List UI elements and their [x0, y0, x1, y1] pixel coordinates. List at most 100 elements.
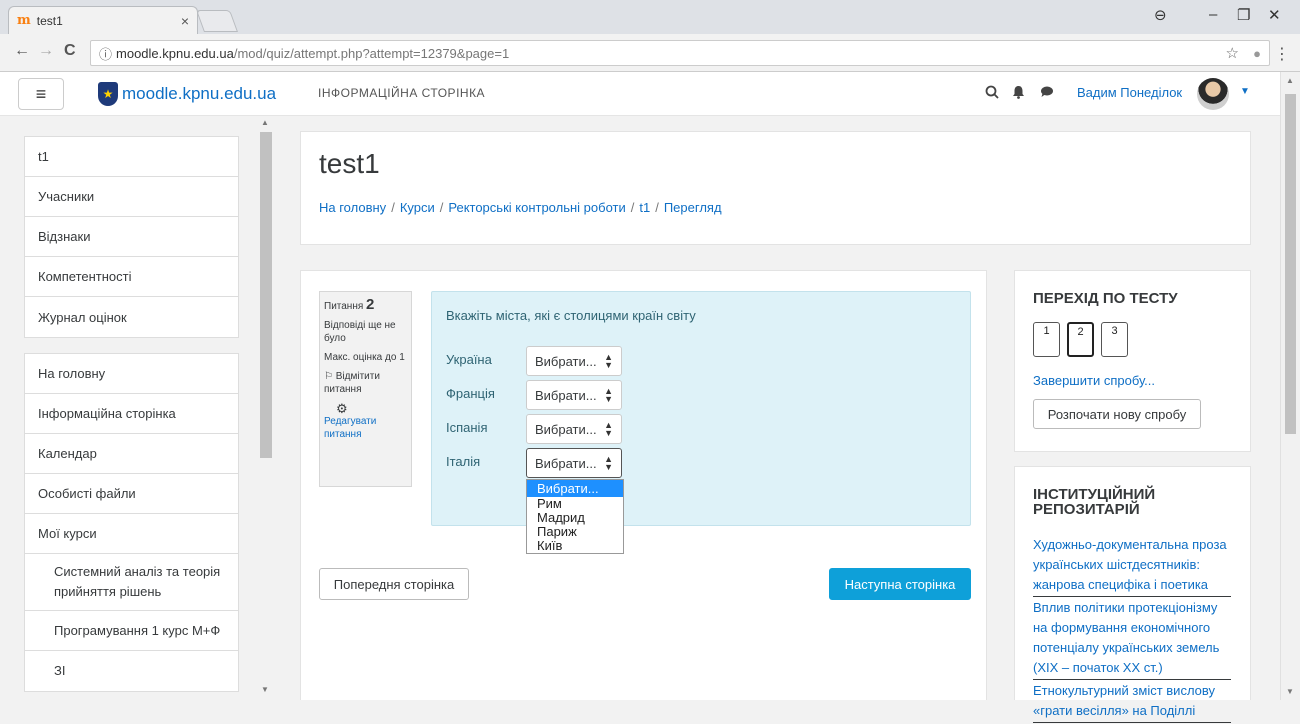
finish-attempt-link[interactable]: Завершити спробу...: [1033, 373, 1155, 388]
info-page-link[interactable]: ІНФОРМАЦІЙНА СТОРІНКА: [318, 86, 485, 100]
nav-item-course-link[interactable]: Програмування 1 курс М+Ф: [25, 611, 238, 651]
question-content: Вкажіть міста, які є столицями країн сві…: [431, 291, 971, 554]
answer-select-italy[interactable]: Вибрати... ▲ ▼: [526, 448, 622, 478]
account-icon[interactable]: ⊖: [1154, 6, 1167, 24]
user-menu-caret-icon[interactable]: ▼: [1240, 86, 1250, 97]
nav-item-my-courses[interactable]: Мої курси: [25, 514, 238, 554]
nav-item-home[interactable]: На головну: [25, 354, 238, 394]
nav-item-participants[interactable]: Учасники: [25, 177, 238, 217]
nav-item-info-page[interactable]: Інформаційна сторінка: [25, 394, 238, 434]
site-name: moodle.kpnu.edu.ua: [122, 84, 277, 103]
match-row-label: Іспанія: [446, 420, 488, 435]
user-avatar[interactable]: [1197, 78, 1229, 110]
quiz-nav-button-2[interactable]: 2: [1067, 322, 1094, 357]
nav-item-competencies[interactable]: Компетентності: [25, 257, 238, 297]
answer-select-spain[interactable]: Вибрати... ▲ ▼: [526, 414, 622, 444]
match-row-italy: Італія Вибрати... ▲ ▼: [446, 448, 746, 478]
messages-chat-icon[interactable]: [1040, 85, 1054, 101]
hamburger-icon: ≡: [35, 83, 47, 104]
scroll-up-icon[interactable]: ▲: [1286, 76, 1294, 85]
page-header-card: test1 На головну / Курси / Ректорські контро…: [300, 131, 1251, 245]
repository-title: ІНСТИТУЦІЙНИЙ РЕПОЗИТАРІЙ: [1033, 486, 1156, 518]
tab-close-icon[interactable]: ×: [181, 13, 189, 29]
previous-page-button[interactable]: Попередня сторінка: [319, 568, 469, 600]
breadcrumb-separator: /: [391, 200, 395, 215]
url-path: /mod/quiz/attempt.php?attempt=12379&page…: [233, 45, 510, 61]
question-max-mark: Макс. оцінка до 1: [324, 352, 405, 363]
question-info-panel: Питання 2 Відповіді ще не було Макс. оці…: [319, 291, 412, 487]
drawer-scroll-up-icon[interactable]: ▲: [261, 118, 269, 127]
site-info-icon[interactable]: ⓘ: [99, 44, 112, 63]
nav-item-course-link[interactable]: ЗІ: [25, 651, 238, 691]
question-card: Питання 2 Відповіді ще не було Макс. оці…: [300, 270, 987, 700]
answer-select-ukraine[interactable]: Вибрати... ▲ ▼: [526, 346, 622, 376]
user-menu-name[interactable]: Вадим Понеділок: [1077, 85, 1182, 100]
drawer-scrollbar-thumb[interactable]: [260, 132, 272, 458]
nav-item-calendar[interactable]: Календар: [25, 434, 238, 474]
page-scrollbar-thumb[interactable]: [1285, 94, 1296, 434]
dropdown-option[interactable]: Мадрид: [527, 511, 623, 525]
dropdown-option[interactable]: Рим: [527, 497, 623, 511]
address-bar-row: ← → C ⓘ moodle.kpnu.edu.ua/mod/quiz/atte…: [0, 34, 1300, 72]
match-row-france: Франція Вибрати... ▲ ▼: [446, 380, 746, 410]
breadcrumb-course[interactable]: t1: [639, 200, 650, 215]
quiz-nav-title: ПЕРЕХІД ПО ТЕСТУ: [1033, 290, 1178, 307]
breadcrumb-home[interactable]: На головну: [319, 200, 386, 215]
dropdown-option[interactable]: Париж: [527, 525, 623, 539]
extension-icon[interactable]: ●: [1253, 46, 1261, 61]
nav-item-course-t1[interactable]: t1: [25, 137, 238, 177]
nav-drawer: t1 Учасники Відзнаки Компетентності Журн…: [0, 116, 280, 700]
repository-item[interactable]: Художньо-документальна проза українських…: [1033, 535, 1231, 597]
flag-question-link[interactable]: ⚐ Відмітити питання: [324, 370, 407, 396]
window-close-icon[interactable]: ✕: [1268, 6, 1281, 24]
restore-icon[interactable]: ❐: [1237, 6, 1250, 24]
reload-icon[interactable]: C: [64, 42, 76, 60]
select-arrows-icon: ▲ ▼: [604, 454, 613, 472]
page-scrollbar[interactable]: ▲ ▼: [1280, 72, 1300, 700]
url-host: moodle.kpnu.edu.ua: [116, 45, 234, 61]
repository-block: ІНСТИТУЦІЙНИЙ РЕПОЗИТАРІЙ Художньо-докум…: [1014, 466, 1251, 723]
repository-item[interactable]: Вплив політики протекціонізму на формува…: [1033, 598, 1231, 680]
breadcrumb-current[interactable]: Перегляд: [664, 200, 722, 215]
repository-item[interactable]: Етнокультурний зміст вислову «грати весі…: [1033, 681, 1231, 723]
select-arrows-icon: ▲ ▼: [604, 420, 613, 438]
gear-icon[interactable]: ⚙: [336, 402, 407, 415]
drawer-scroll-down-icon[interactable]: ▼: [261, 685, 269, 694]
nav-item-course-link[interactable]: Системний аналіз та теорія прийняття ріш…: [25, 554, 238, 611]
new-tab-button[interactable]: [195, 10, 239, 32]
menu-toggle-button[interactable]: ≡: [18, 78, 64, 110]
breadcrumb-category[interactable]: Ректорські контрольні роботи: [448, 200, 625, 215]
course-nav-group: t1 Учасники Відзнаки Компетентності Журн…: [24, 136, 239, 338]
nav-item-private-files[interactable]: Особисті файли: [25, 474, 238, 514]
notifications-bell-icon[interactable]: [1012, 85, 1025, 102]
breadcrumb-courses[interactable]: Курси: [400, 200, 435, 215]
drawer-scrollbar[interactable]: ▲ ▼: [258, 118, 274, 700]
answer-select-france[interactable]: Вибрати... ▲ ▼: [526, 380, 622, 410]
minimize-icon[interactable]: –: [1209, 6, 1217, 23]
dropdown-option[interactable]: Вибрати...: [527, 480, 623, 497]
question-number: Питання 2: [324, 296, 375, 313]
answer-dropdown-list: Вибрати... Рим Мадрид Париж Київ: [526, 479, 624, 554]
edit-question-link[interactable]: Редагувати питання: [324, 415, 407, 441]
match-row-spain: Іспанія Вибрати... ▲ ▼: [446, 414, 746, 444]
back-icon[interactable]: ←: [14, 42, 30, 60]
start-new-attempt-button[interactable]: Розпочати нову спробу: [1033, 399, 1201, 429]
browser-tab[interactable]: m test1 ×: [8, 6, 198, 34]
nav-item-grades[interactable]: Журнал оцінок: [25, 297, 238, 337]
search-icon[interactable]: [985, 85, 999, 102]
bookmark-star-icon[interactable]: ☆: [1226, 44, 1239, 62]
next-page-button[interactable]: Наступна сторінка: [829, 568, 971, 600]
question-text: Вкажіть міста, які є столицями країн сві…: [446, 308, 696, 323]
site-logo[interactable]: ★ moodle.kpnu.edu.ua: [98, 82, 276, 106]
forward-icon[interactable]: →: [38, 42, 54, 60]
quiz-nav-button-3[interactable]: 3: [1101, 322, 1128, 357]
quiz-nav-button-1[interactable]: 1: [1033, 322, 1060, 357]
match-row-label: Італія: [446, 454, 481, 469]
browser-menu-icon[interactable]: ⋮: [1274, 44, 1290, 64]
dropdown-option[interactable]: Київ: [527, 539, 623, 553]
scroll-down-icon[interactable]: ▼: [1286, 687, 1294, 696]
moodle-favicon-icon: m: [17, 13, 31, 28]
nav-item-badges[interactable]: Відзнаки: [25, 217, 238, 257]
match-row-label: Україна: [446, 352, 492, 367]
url-input[interactable]: ⓘ moodle.kpnu.edu.ua/mod/quiz/attempt.ph…: [90, 40, 1270, 66]
